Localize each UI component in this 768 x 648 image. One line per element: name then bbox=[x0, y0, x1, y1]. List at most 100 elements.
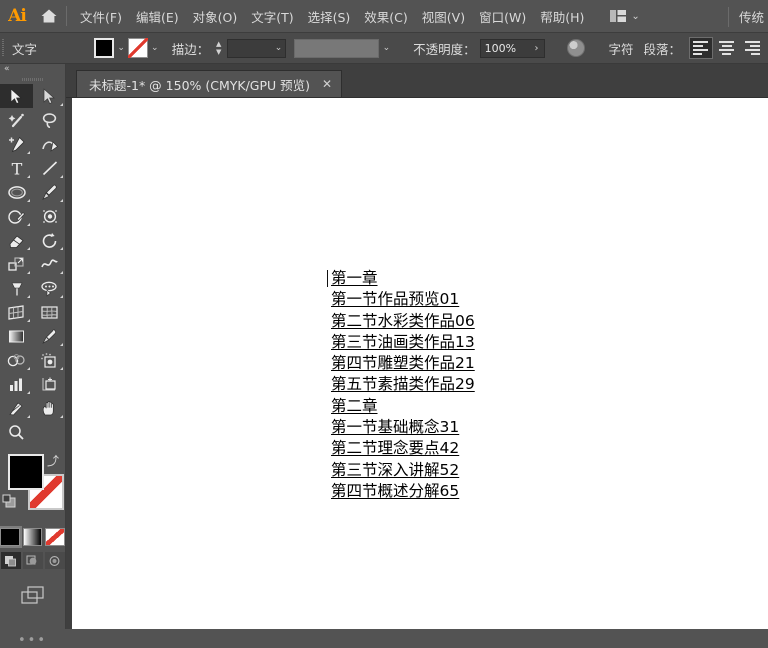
align-right-button[interactable] bbox=[740, 37, 765, 59]
direct-selection-tool[interactable] bbox=[33, 84, 66, 108]
free-transform-tool[interactable] bbox=[0, 276, 33, 300]
hand-tool[interactable] bbox=[33, 396, 66, 420]
align-center-button[interactable] bbox=[714, 37, 739, 59]
home-icon[interactable] bbox=[34, 0, 64, 33]
paintbrush-tool[interactable] bbox=[33, 180, 66, 204]
document-tab-bar: 未标题-1* @ 150% (CMYK/GPU 预览) ✕ bbox=[66, 64, 768, 98]
pen-tool[interactable] bbox=[0, 132, 33, 156]
zoom-tool[interactable] bbox=[0, 420, 33, 444]
symbol-sprayer-tool[interactable] bbox=[33, 348, 66, 372]
close-icon[interactable]: ✕ bbox=[320, 77, 334, 91]
workspace-name-area[interactable]: 传统 bbox=[727, 0, 768, 33]
lasso-tool[interactable] bbox=[33, 108, 66, 132]
menu-item-help[interactable]: 帮助(H) bbox=[533, 3, 591, 30]
menu-item-effect[interactable]: 效果(C) bbox=[357, 3, 414, 30]
opacity-input[interactable]: 100% › bbox=[479, 38, 545, 58]
document-tab[interactable]: 未标题-1* @ 150% (CMYK/GPU 预览) ✕ bbox=[76, 70, 343, 97]
tool-flyout-indicator bbox=[27, 247, 30, 250]
slice-tool[interactable] bbox=[0, 396, 33, 420]
character-panel-link[interactable]: 字符 bbox=[608, 39, 633, 58]
perspective-grid-tool[interactable] bbox=[0, 300, 33, 324]
edit-toolbar-button[interactable]: ••• bbox=[0, 633, 65, 648]
fill-color[interactable] bbox=[8, 454, 44, 490]
stroke-color-caret-icon[interactable]: ⌄ bbox=[148, 38, 162, 58]
text-line: 第五节素描类作品29 bbox=[331, 375, 475, 394]
tools-panel-collapse[interactable]: « bbox=[0, 64, 65, 75]
artboard-tool[interactable] bbox=[33, 372, 66, 396]
fill-color-caret-icon[interactable]: ⌄ bbox=[114, 38, 128, 58]
ellipse-tool[interactable] bbox=[0, 180, 33, 204]
menu-item-type[interactable]: 文字(T) bbox=[244, 3, 300, 30]
column-graph-tool[interactable] bbox=[0, 372, 33, 396]
tool-flyout-indicator bbox=[27, 175, 30, 178]
line-segment-tool[interactable] bbox=[33, 156, 66, 180]
menu-item-edit[interactable]: 编辑(E) bbox=[129, 3, 186, 30]
paragraph-align-group bbox=[688, 37, 765, 59]
menu-item-object[interactable]: 对象(O) bbox=[186, 3, 245, 30]
variable-width-profile-caret-icon[interactable]: ⌄ bbox=[379, 38, 393, 58]
scale-tool[interactable] bbox=[0, 252, 33, 276]
tool-flyout-indicator bbox=[27, 199, 30, 202]
width-tool[interactable] bbox=[33, 252, 66, 276]
eyedropper-tool[interactable] bbox=[33, 324, 66, 348]
menu-item-view[interactable]: 视图(V) bbox=[415, 3, 472, 30]
none-mode-button[interactable] bbox=[45, 528, 66, 546]
default-fill-stroke-icon[interactable] bbox=[2, 494, 16, 508]
draw-normal-button[interactable] bbox=[0, 552, 21, 569]
artboard[interactable]: 第一章 第一节作品预览01 第二节水彩类作品06 第三节油画类作品13 第四节雕… bbox=[72, 98, 768, 629]
app-logo-icon: Ai bbox=[8, 6, 27, 26]
paragraph-panel-link[interactable]: 段落： bbox=[643, 39, 681, 58]
eraser-tool[interactable] bbox=[0, 228, 33, 252]
workspace-name-label: 传统 bbox=[738, 10, 764, 25]
tools-empty-cell bbox=[33, 420, 66, 444]
menu-item-window[interactable]: 窗口(W) bbox=[472, 3, 533, 30]
text-line: 第二章 bbox=[331, 396, 378, 415]
text-line: 第四节概述分解65 bbox=[331, 481, 460, 500]
align-right-icon bbox=[745, 41, 761, 55]
tool-flyout-indicator bbox=[60, 103, 63, 106]
tool-flyout-indicator bbox=[60, 199, 63, 202]
tool-flyout-indicator bbox=[27, 415, 30, 418]
text-line: 第一章 bbox=[331, 269, 378, 287]
tool-flyout-indicator bbox=[60, 295, 63, 298]
blob-brush-tool[interactable] bbox=[33, 204, 66, 228]
collapse-icon: « bbox=[4, 64, 10, 74]
stroke-color-swatch[interactable] bbox=[128, 38, 148, 58]
canvas-area[interactable]: 第一章 第一节作品预览01 第二节水彩类作品06 第三节油画类作品13 第四节雕… bbox=[66, 98, 768, 629]
fill-color-swatch[interactable] bbox=[94, 38, 115, 58]
gradient-mode-button[interactable] bbox=[22, 528, 43, 546]
mesh-tool[interactable] bbox=[33, 300, 66, 324]
shape-builder-tool[interactable] bbox=[33, 276, 66, 300]
color-mode-button[interactable] bbox=[0, 526, 22, 548]
draw-behind-button[interactable] bbox=[22, 552, 43, 569]
change-screen-mode-button[interactable] bbox=[0, 583, 65, 607]
draw-inside-button[interactable] bbox=[44, 552, 65, 569]
menu-bar: Ai 文件(F) 编辑(E) 对象(O) 文字(T) 选择(S) 效果(C) 视… bbox=[0, 0, 768, 33]
shaper-tool[interactable] bbox=[0, 204, 33, 228]
menu-item-file[interactable]: 文件(F) bbox=[73, 3, 129, 30]
swap-fill-stroke-icon[interactable]: ⤴ bbox=[47, 452, 59, 469]
paint-mode-group bbox=[0, 526, 66, 548]
variable-width-profile-combo[interactable] bbox=[294, 38, 380, 58]
workspace-switcher[interactable]: ⌄ bbox=[605, 7, 644, 25]
text-object[interactable]: 第一章 第一节作品预览01 第二节水彩类作品06 第三节油画类作品13 第四节雕… bbox=[331, 268, 475, 502]
rotate-tool[interactable] bbox=[33, 228, 66, 252]
blend-tool[interactable] bbox=[0, 348, 33, 372]
stepper-up-icon: ▲ bbox=[215, 40, 222, 48]
stroke-weight-stepper[interactable]: ▲ ▼ bbox=[213, 38, 224, 58]
options-bar-grip[interactable] bbox=[0, 33, 6, 64]
text-caret bbox=[327, 270, 328, 287]
text-line: 第四节雕塑类作品21 bbox=[331, 354, 475, 373]
menu-item-select[interactable]: 选择(S) bbox=[301, 3, 358, 30]
curvature-tool[interactable] bbox=[33, 132, 66, 156]
tools-panel-grip[interactable] bbox=[0, 75, 65, 84]
options-context-label: 文字 bbox=[11, 41, 37, 57]
selection-tool[interactable] bbox=[0, 84, 33, 108]
stroke-weight-combo[interactable]: ⌄ bbox=[227, 38, 287, 58]
stepper-down-icon: ▼ bbox=[215, 48, 222, 56]
recolor-artwork-icon[interactable] bbox=[566, 39, 585, 57]
magic-wand-tool[interactable] bbox=[0, 108, 33, 132]
type-tool[interactable]: T bbox=[0, 156, 33, 180]
gradient-tool[interactable] bbox=[0, 324, 33, 348]
align-left-button[interactable] bbox=[688, 37, 713, 59]
